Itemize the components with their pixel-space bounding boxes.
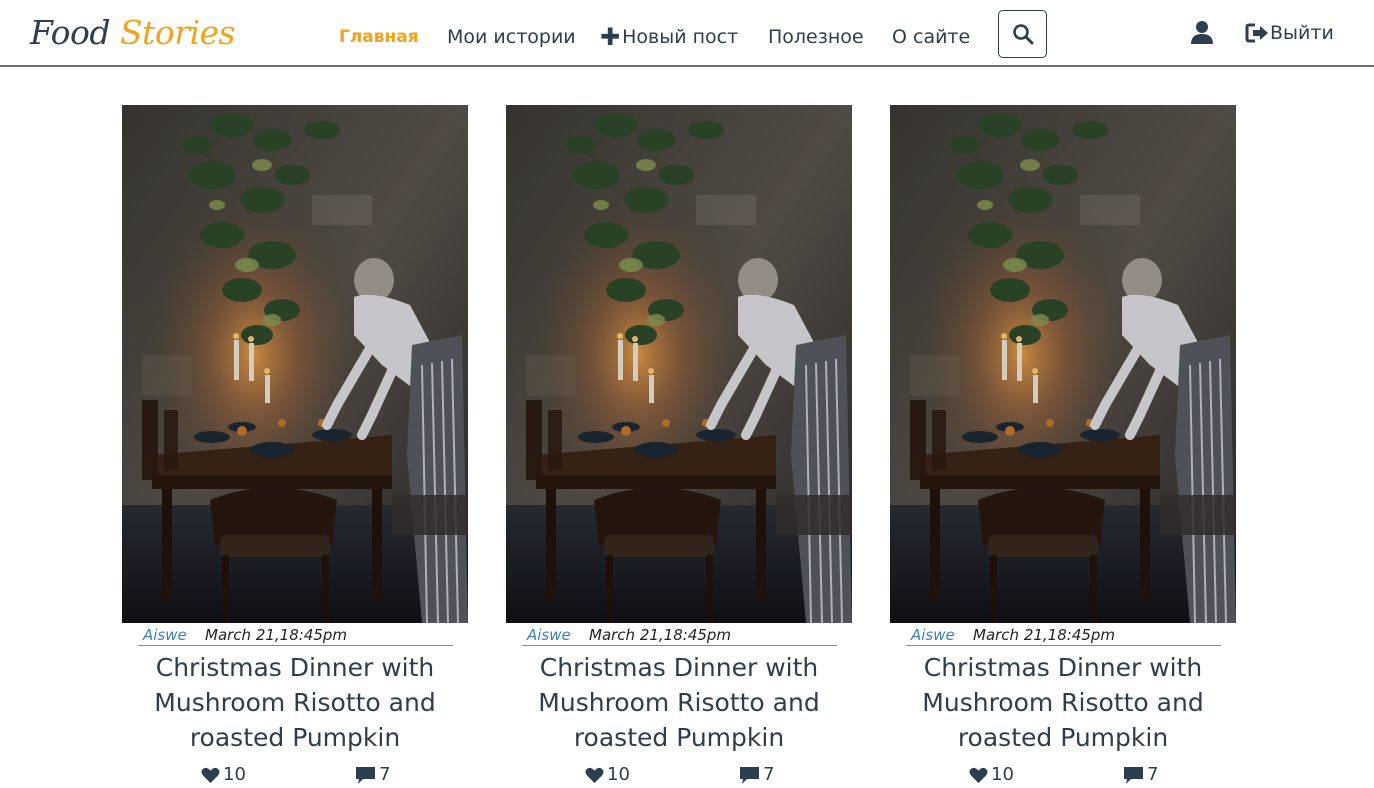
post-stats: 10 7 <box>890 763 1236 788</box>
comment-button[interactable]: 7 <box>1123 763 1158 787</box>
post-title[interactable]: Christmas Dinner with Mushroom Risotto a… <box>890 650 1236 755</box>
like-count: 10 <box>991 764 1014 785</box>
comment-button[interactable]: 7 <box>739 763 774 787</box>
post-meta: Aiswe March 21,18:45pm <box>906 624 1221 646</box>
post-author[interactable]: Aiswe <box>527 624 571 646</box>
like-button[interactable]: 10 <box>969 763 1014 787</box>
post-date: March 21,18:45pm <box>973 626 1116 644</box>
nav-about[interactable]: О сайте <box>892 23 970 51</box>
heart-icon <box>969 767 988 783</box>
post-title[interactable]: Christmas Dinner with Mushroom Risotto a… <box>506 650 852 755</box>
logo-word-food: Food <box>30 13 110 52</box>
comment-icon <box>740 766 759 784</box>
post-card[interactable]: Aiswe March 21,18:45pm Christmas Dinner … <box>890 105 1236 788</box>
comment-icon <box>1124 766 1143 784</box>
post-card[interactable]: Aiswe March 21,18:45pm Christmas Dinner … <box>122 105 468 788</box>
comment-icon <box>356 766 375 784</box>
site-logo[interactable]: Food Stories <box>30 10 235 56</box>
comment-count: 7 <box>379 764 391 785</box>
nav-new-post[interactable]: ✚ Новый пост <box>600 23 738 51</box>
post-stats: 10 7 <box>122 763 468 788</box>
like-count: 10 <box>607 764 630 785</box>
heart-icon <box>585 767 604 783</box>
like-count: 10 <box>223 764 246 785</box>
post-author[interactable]: Aiswe <box>143 624 187 646</box>
post-photo[interactable] <box>890 105 1236 623</box>
logout-label: Выйти <box>1270 22 1334 44</box>
post-photo[interactable] <box>122 105 468 623</box>
nav-new-post-label: Новый пост <box>622 26 739 48</box>
nav-useful[interactable]: Полезное <box>768 23 864 51</box>
post-date: March 21,18:45pm <box>589 626 732 644</box>
heart-icon <box>201 767 220 783</box>
post-meta: Aiswe March 21,18:45pm <box>522 624 837 646</box>
post-meta: Aiswe March 21,18:45pm <box>138 624 453 646</box>
logout-button[interactable]: Выйти <box>1245 19 1334 47</box>
comment-count: 7 <box>763 764 775 785</box>
like-button[interactable]: 10 <box>585 763 630 787</box>
logo-word-stories: Stories <box>119 13 236 52</box>
navbar: Food Stories Главная Мои истории ✚ Новый п… <box>0 0 1374 67</box>
nav-my-stories[interactable]: Мои истории <box>447 23 576 51</box>
nav-home[interactable]: Главная <box>339 23 419 51</box>
comment-button[interactable]: 7 <box>355 763 390 787</box>
logout-icon <box>1245 23 1268 43</box>
search-icon <box>1012 24 1033 45</box>
post-photo[interactable] <box>506 105 852 623</box>
post-author[interactable]: Aiswe <box>911 624 955 646</box>
plus-icon: ✚ <box>600 23 621 51</box>
search-button[interactable] <box>998 10 1047 58</box>
post-stats: 10 7 <box>506 763 852 788</box>
post-title[interactable]: Christmas Dinner with Mushroom Risotto a… <box>122 650 468 755</box>
like-button[interactable]: 10 <box>201 763 246 787</box>
user-icon[interactable] <box>1189 20 1215 44</box>
post-card[interactable]: Aiswe March 21,18:45pm Christmas Dinner … <box>506 105 852 788</box>
comment-count: 7 <box>1147 764 1159 785</box>
post-date: March 21,18:45pm <box>205 626 348 644</box>
